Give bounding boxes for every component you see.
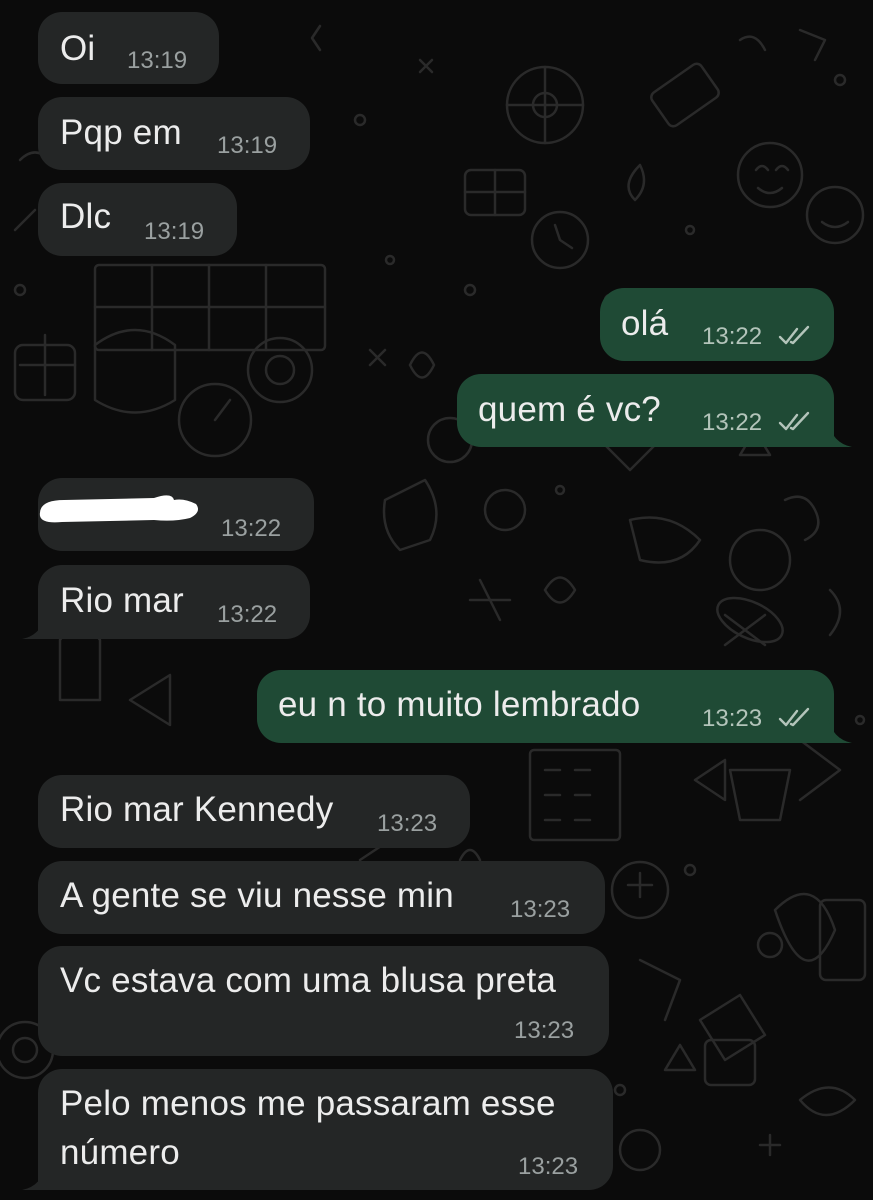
bubble-tail — [828, 717, 852, 743]
chat-message-list[interactable]: Oi 13:19 Pqp em 13:19 Dlc 13:19 olá 13:2… — [0, 0, 873, 1200]
incoming-message-bubble[interactable]: Vc estava com uma blusa preta 13:23 — [38, 946, 609, 1056]
message-timestamp: 13:22 — [702, 409, 763, 436]
bubble-tail — [828, 421, 852, 447]
outgoing-message-bubble[interactable]: eu n to muito lembrado 13:23 — [257, 670, 834, 743]
redaction-scribble — [39, 495, 198, 523]
message-timestamp: 13:22 — [217, 601, 278, 628]
bubble-tail — [22, 1164, 46, 1190]
message-text: eu n to muito lembrado — [278, 685, 641, 724]
message-text: Pqp em — [60, 113, 182, 152]
message-timestamp: 13:22 — [702, 323, 763, 350]
message-text: Rio mar — [60, 581, 184, 620]
message-text: Vc estava com uma blusa preta — [60, 961, 557, 1000]
read-double-check-icon — [778, 707, 810, 727]
message-text: olá — [621, 304, 669, 343]
message-timestamp: 13:19 — [217, 132, 278, 159]
read-double-check-icon — [778, 411, 810, 431]
incoming-message-bubble[interactable]: Pelo menos me passaram esse número 13:23 — [38, 1069, 613, 1190]
incoming-message-bubble[interactable]: Oi 13:19 — [38, 12, 219, 84]
message-text: A gente se viu nesse min — [60, 876, 454, 915]
message-timestamp: 13:22 — [221, 515, 282, 542]
incoming-message-bubble[interactable]: Dlc 13:19 — [38, 183, 237, 256]
incoming-message-bubble[interactable]: Pqp em 13:19 — [38, 97, 310, 170]
message-timestamp: 13:19 — [127, 47, 188, 74]
message-timestamp: 13:23 — [510, 896, 571, 923]
read-double-check-icon — [778, 325, 810, 345]
message-text-line-1: Pelo menos me passaram esse — [60, 1084, 556, 1123]
incoming-message-bubble[interactable]: A gente se viu nesse min 13:23 — [38, 861, 605, 934]
message-timestamp: 13:23 — [514, 1017, 575, 1044]
outgoing-message-bubble[interactable]: quem é vc? 13:22 — [457, 374, 834, 447]
outgoing-message-bubble[interactable]: olá 13:22 — [600, 288, 834, 361]
incoming-message-bubble[interactable]: Rio mar Kennedy 13:23 — [38, 775, 470, 848]
message-text: Dlc — [60, 197, 112, 236]
incoming-message-bubble[interactable]: Rio mar 13:22 — [38, 565, 310, 639]
message-text: Rio mar Kennedy — [60, 790, 334, 829]
message-text: Oi — [60, 29, 96, 68]
message-timestamp: 13:23 — [377, 810, 438, 837]
message-text-line-2: número — [60, 1133, 180, 1172]
message-timestamp: 13:23 — [702, 705, 763, 732]
bubble-tail — [22, 613, 46, 639]
message-text: quem é vc? — [478, 390, 661, 429]
message-timestamp: 13:19 — [144, 218, 205, 245]
incoming-message-bubble[interactable]: 13:22 — [38, 478, 314, 551]
message-timestamp: 13:23 — [518, 1153, 579, 1180]
